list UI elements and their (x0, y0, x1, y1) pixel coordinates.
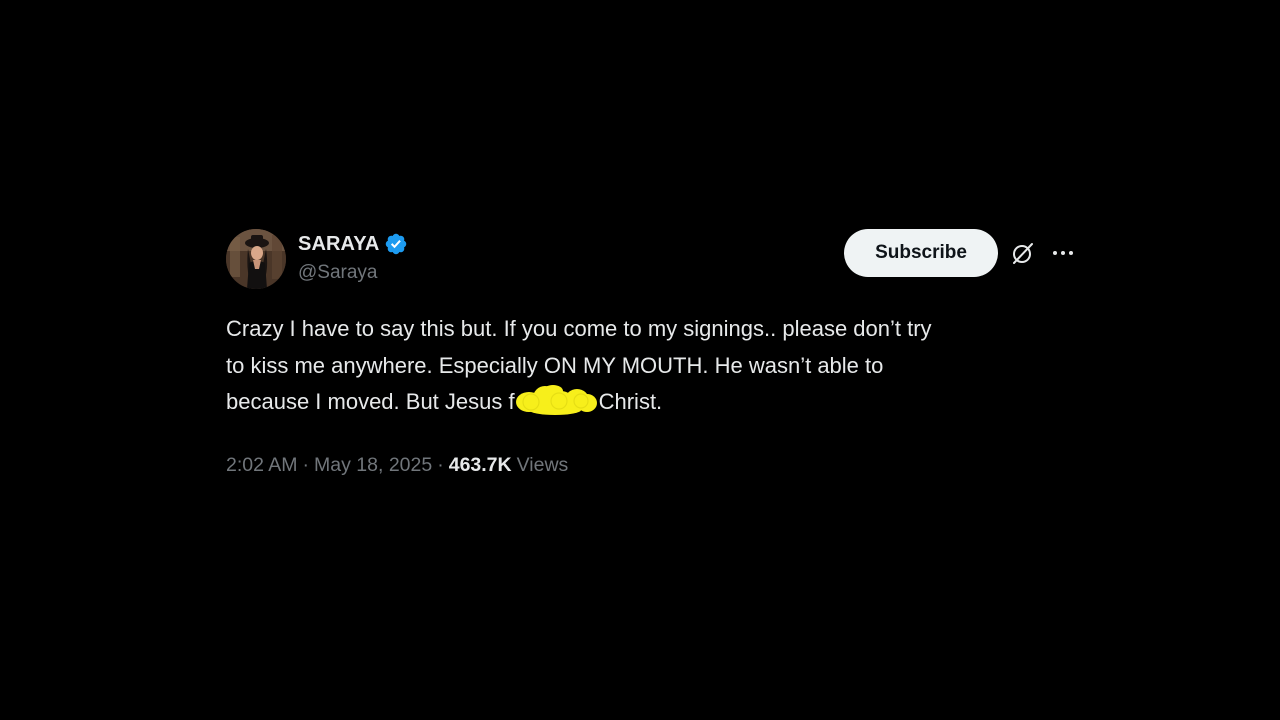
subscribe-button[interactable]: Subscribe (844, 229, 998, 277)
avatar-image (226, 229, 286, 289)
tweet-meta: 2:02 AM · May 18, 2025 · 463.7K Views (226, 454, 1076, 477)
censor-scribble (515, 385, 599, 415)
author-handle[interactable]: @Saraya (298, 262, 408, 284)
display-name[interactable]: SARAYA (298, 233, 379, 256)
tweet-header: SARAYA @Saraya Subscribe (226, 229, 1076, 289)
tweet-text-line-1: Crazy I have to say this but. If you com… (226, 316, 932, 341)
tweet-text-line-3-end: Christ. (598, 389, 663, 414)
tweet-text-line-3: because I moved. But Jesus f Christ. (226, 384, 1076, 421)
tweet-time[interactable]: 2:02 AM (226, 454, 298, 477)
avatar[interactable] (226, 229, 286, 289)
meta-separator: · (437, 453, 444, 476)
tweet-date[interactable]: May 18, 2025 (314, 454, 432, 477)
views-count[interactable]: 463.7K (449, 454, 512, 477)
tweet-text: Crazy I have to say this but. If you com… (226, 311, 1076, 421)
more-options-icon[interactable] (1050, 240, 1076, 266)
views-label[interactable]: Views (517, 454, 569, 477)
name-row: SARAYA (298, 231, 408, 257)
grok-icon[interactable] (1010, 240, 1036, 266)
meta-separator: · (302, 453, 310, 476)
tweet-text-line-2: to kiss me anywhere. Especially ON MY MO… (226, 352, 884, 378)
tweet-card: SARAYA @Saraya Subscribe Crazy I have to… (226, 229, 1076, 477)
author-names: SARAYA @Saraya (298, 231, 408, 284)
tweet-text-line-3-start: because I moved. But Jesus f (226, 389, 515, 414)
verified-badge-icon[interactable] (384, 232, 408, 256)
